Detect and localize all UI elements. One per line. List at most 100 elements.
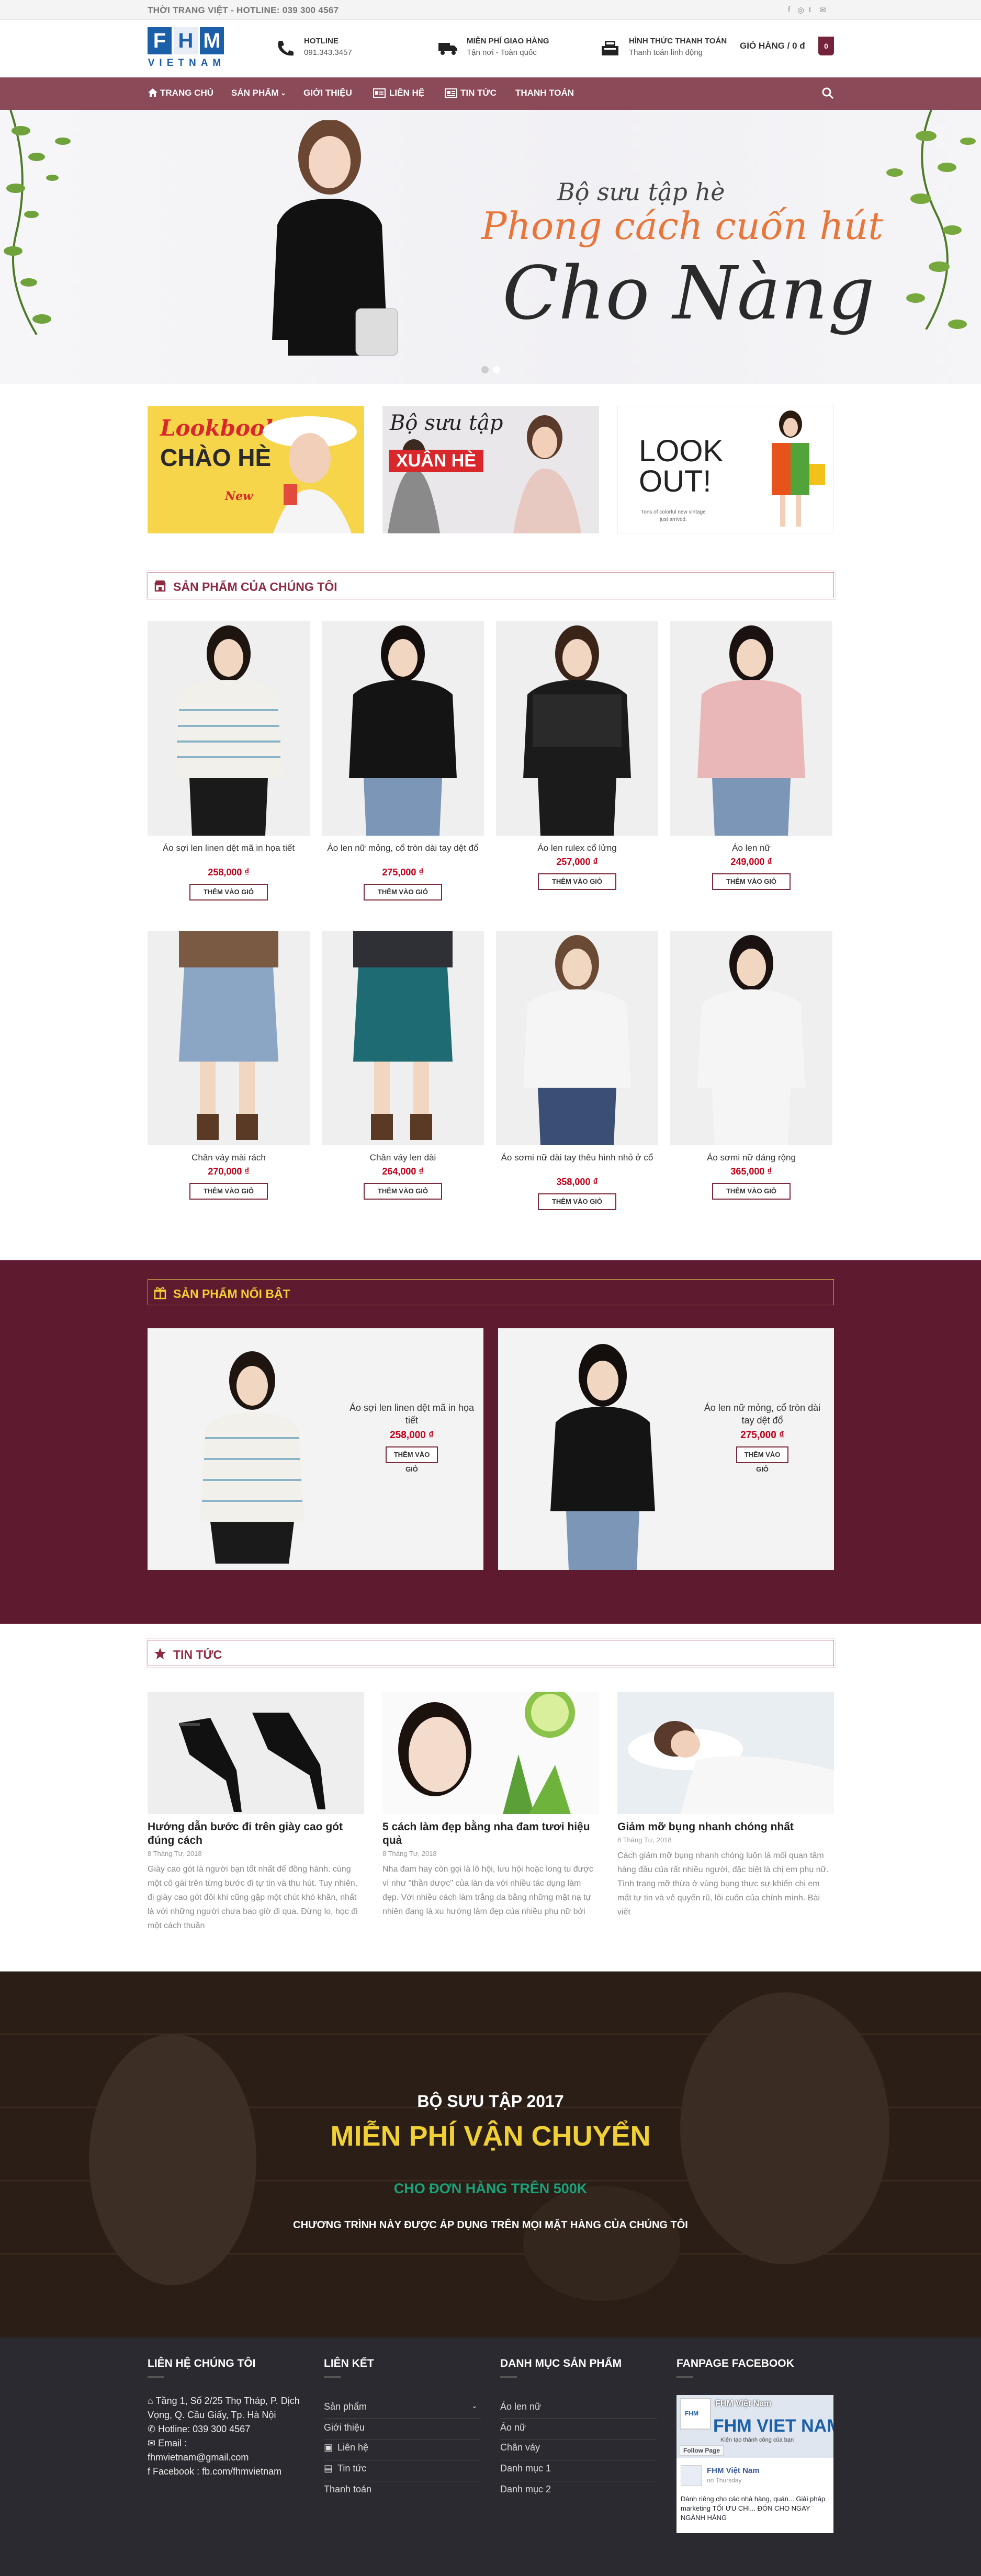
- phone-icon: ✆: [148, 2424, 159, 2434]
- product-price: 257,000 ₫: [556, 857, 598, 867]
- footer-category-4[interactable]: Danh mục 1: [500, 2463, 551, 2474]
- featured-1-add-to-cart[interactable]: THÊM VÀO GIỎ: [386, 1446, 438, 1473]
- slider-dot-2[interactable]: [493, 366, 500, 373]
- add-to-cart-button[interactable]: THÊM VÀO GIỎ: [189, 884, 268, 901]
- footer-divider: [500, 2376, 517, 2378]
- promo3-model-image: [772, 411, 825, 527]
- product-name[interactable]: Chân váy mài rách: [148, 1152, 310, 1164]
- footer-category-3[interactable]: Chân váy: [500, 2442, 540, 2453]
- featured-1-name[interactable]: Áo sợi len linen dệt mã in họa tiết: [346, 1401, 477, 1427]
- product-name[interactable]: Áo sơmi nữ dài tay thêu hình nhỏ ở cổ: [496, 1152, 658, 1164]
- truck-icon: [438, 43, 457, 55]
- product-card[interactable]: Áo len nữ mỏng, cổ tròn dài tay dệt đổ 27…: [322, 621, 484, 914]
- footer-fanpage: FANPAGE FACEBOOK FHM FHM Việt Nam FHM VI…: [676, 2357, 833, 2533]
- instagram-icon[interactable]: ◎: [797, 5, 804, 15]
- footer-category-1[interactable]: Áo len nữ: [500, 2401, 541, 2412]
- search-icon[interactable]: [821, 87, 834, 99]
- cart-count-badge[interactable]: 0: [818, 37, 834, 55]
- chevron-down-icon: ⌄: [280, 89, 286, 97]
- product-card[interactable]: Áo sơmi nữ dài tay thêu hình nhỏ ở cổ 358…: [496, 931, 658, 1224]
- product-name[interactable]: Chân váy len dài: [322, 1152, 484, 1164]
- payment-title: HÌNH THỨC THANH TOÁN: [629, 37, 727, 45]
- footer-category-2[interactable]: Áo nữ: [500, 2422, 526, 2433]
- promo-banner-look-out[interactable]: LOOK OUT! Tons of colorful new vintage j…: [617, 406, 834, 533]
- phone-icon: [278, 41, 294, 56]
- twitter-icon[interactable]: t: [809, 5, 811, 14]
- fb-follow-button[interactable]: Follow Page: [680, 2445, 724, 2456]
- nav-contact[interactable]: LIÊN HỆ: [389, 88, 424, 98]
- promo-banner-spring-summer[interactable]: Bộ sưu tập XUÂN HÈ: [382, 406, 599, 533]
- footer-link-news[interactable]: Tin tức: [337, 2463, 366, 2474]
- logo-letter-f: F: [148, 27, 172, 54]
- chevron-down-icon[interactable]: ⌄: [471, 2401, 478, 2410]
- facebook-icon: f: [148, 2466, 153, 2477]
- add-to-cart-button[interactable]: THÊM VÀO GIỎ: [538, 873, 616, 890]
- home-icon: ⌂: [148, 2396, 156, 2406]
- news-3-image: [617, 1692, 834, 1814]
- footer-email[interactable]: fhmvietnam@gmail.com: [148, 2452, 249, 2463]
- featured-2-name[interactable]: Áo len nữ mỏng, cổ tròn dài tay dệt đổ: [697, 1401, 828, 1427]
- nav-news[interactable]: TIN TỨC: [460, 88, 497, 98]
- product-name[interactable]: Áo sơmi nữ dáng rộng: [670, 1152, 832, 1164]
- top-bar-text: THỜI TRANG VIỆT - HOTLINE: 039 300 4567: [148, 5, 339, 15]
- band-line-3: CHO ĐƠN HÀNG TRÊN 500K: [393, 2181, 588, 2196]
- featured-1-image: [200, 1351, 305, 1564]
- news-2-title[interactable]: 5 cách làm đẹp bằng nha đam tươi hiệu qu…: [382, 1820, 599, 1848]
- facebook-page-widget[interactable]: FHM FHM Việt Nam FHM VIET NAM Kiến tạo t…: [676, 2395, 833, 2533]
- footer-link-products[interactable]: Sản phẩm: [324, 2401, 367, 2412]
- add-to-cart-button[interactable]: THÊM VÀO GIỎ: [364, 884, 442, 901]
- footer-facebook[interactable]: Facebook : fb.com/fhmvietnam: [153, 2466, 281, 2477]
- product-card[interactable]: Áo len nữ 249,000 ₫ THÊM VÀO GIỎ: [670, 621, 832, 914]
- footer-hotline[interactable]: Hotline: 039 300 4567: [158, 2424, 250, 2434]
- featured-section: SẢN PHẨM NỔI BẬT Áo sợi len linen dệt mã…: [0, 1260, 981, 1624]
- featured-card-2[interactable]: Áo len nữ mỏng, cổ tròn dài tay dệt đổ 2…: [498, 1328, 834, 1570]
- add-to-cart-button[interactable]: THÊM VÀO GIỎ: [538, 1193, 616, 1210]
- fb-page-name[interactable]: FHM Việt Nam: [715, 2399, 771, 2409]
- news-2-date: 8 Tháng Tư, 2018: [382, 1850, 437, 1857]
- promo-band: BỘ SƯU TẬP 2017 MIỄN PHÍ VẬN CHUYỂN CHO …: [0, 1971, 981, 2338]
- product-card[interactable]: Áo len rulex cổ lửng 257,000 ₫ THÊM VÀO GI…: [496, 621, 658, 914]
- product-card[interactable]: Chân váy len dài 264,000 ₫ THÊM VÀO GIỎ: [322, 931, 484, 1224]
- product-name[interactable]: Áo sợi len linen dệt mã in họa tiết: [148, 842, 310, 854]
- product-card[interactable]: Áo sơmi nữ dáng rộng 365,000 ₫ THÊM VÀO GI…: [670, 931, 832, 1224]
- band-line-2: MIỄN PHÍ VẬN CHUYỂN: [330, 2121, 651, 2152]
- promo1-model-image: [263, 416, 357, 533]
- top-bar: THỜI TRANG VIỆT - HOTLINE: 039 300 4567 …: [0, 0, 981, 20]
- promo2-model-image: [513, 415, 581, 533]
- promo-banner-lookbook[interactable]: Lookbook CHÀO HÈ New: [148, 406, 364, 533]
- featured-2-add-to-cart[interactable]: THÊM VÀO GIỎ: [736, 1446, 788, 1473]
- product-card[interactable]: Chân váy mài rách 270,000 ₫ THÊM VÀO GIỎ: [148, 931, 310, 1224]
- footer-category-5[interactable]: Danh mục 2: [500, 2484, 551, 2495]
- add-to-cart-button[interactable]: THÊM VÀO GIỎ: [712, 873, 791, 890]
- footer-link-about[interactable]: Giới thiệu: [324, 2422, 365, 2433]
- featured-card-1[interactable]: Áo sợi len linen dệt mã in họa tiết 258,…: [148, 1328, 483, 1570]
- shipping-value: Tận nơi - Toàn quốc: [467, 48, 537, 57]
- add-to-cart-button[interactable]: THÊM VÀO GIỎ: [189, 1183, 268, 1200]
- news-1-image: [148, 1692, 364, 1814]
- fb-post-name[interactable]: FHM Việt Nam: [707, 2466, 760, 2475]
- nav-home[interactable]: TRANG CHỦ: [160, 88, 213, 98]
- hero-line-3: Cho Nàng: [502, 251, 875, 336]
- footer-link-payment[interactable]: Thanh toán: [324, 2484, 371, 2495]
- footer-link-contact[interactable]: Liên hệ: [337, 2442, 368, 2453]
- news-1-title[interactable]: Hướng dẫn bước đi trên giày cao gót đúng…: [148, 1820, 364, 1848]
- hero-slider[interactable]: Bộ sưu tập hè Phong cách cuốn hút Cho Nà…: [0, 110, 981, 384]
- email-icon[interactable]: ✉: [819, 5, 826, 15]
- nav-about[interactable]: GIỚI THIỆU: [303, 88, 352, 98]
- product-name[interactable]: Áo len rulex cổ lửng: [496, 842, 658, 854]
- add-to-cart-button[interactable]: THÊM VÀO GIỎ: [712, 1183, 791, 1200]
- cash-register-icon: [602, 41, 618, 55]
- promo2-line2: XUÂN HÈ: [389, 450, 484, 472]
- cart-link[interactable]: GIỎ HÀNG / 0 đ: [740, 41, 805, 51]
- product-name[interactable]: Áo len nữ: [670, 842, 832, 854]
- news-3-title[interactable]: Giảm mỡ bụng nhanh chóng nhất: [617, 1820, 834, 1834]
- product-card[interactable]: Áo sợi len linen dệt mã in họa tiết 258,0…: [148, 621, 310, 914]
- facebook-icon[interactable]: f: [788, 5, 790, 14]
- nav-products[interactable]: SẢN PHẨM: [231, 88, 279, 98]
- add-to-cart-button[interactable]: THÊM VÀO GIỎ: [364, 1183, 442, 1200]
- nav-payment[interactable]: THANH TOÁN: [515, 88, 574, 98]
- slider-dot-1[interactable]: [481, 366, 489, 373]
- site-logo[interactable]: F H M VIETNAM: [148, 27, 231, 71]
- product-name[interactable]: Áo len nữ mỏng, cổ tròn dài tay dệt đổ: [322, 842, 484, 854]
- footer-address: Tầng 1, Số 2/25 Thọ Tháp, P. Dịch Vọng, …: [148, 2396, 300, 2420]
